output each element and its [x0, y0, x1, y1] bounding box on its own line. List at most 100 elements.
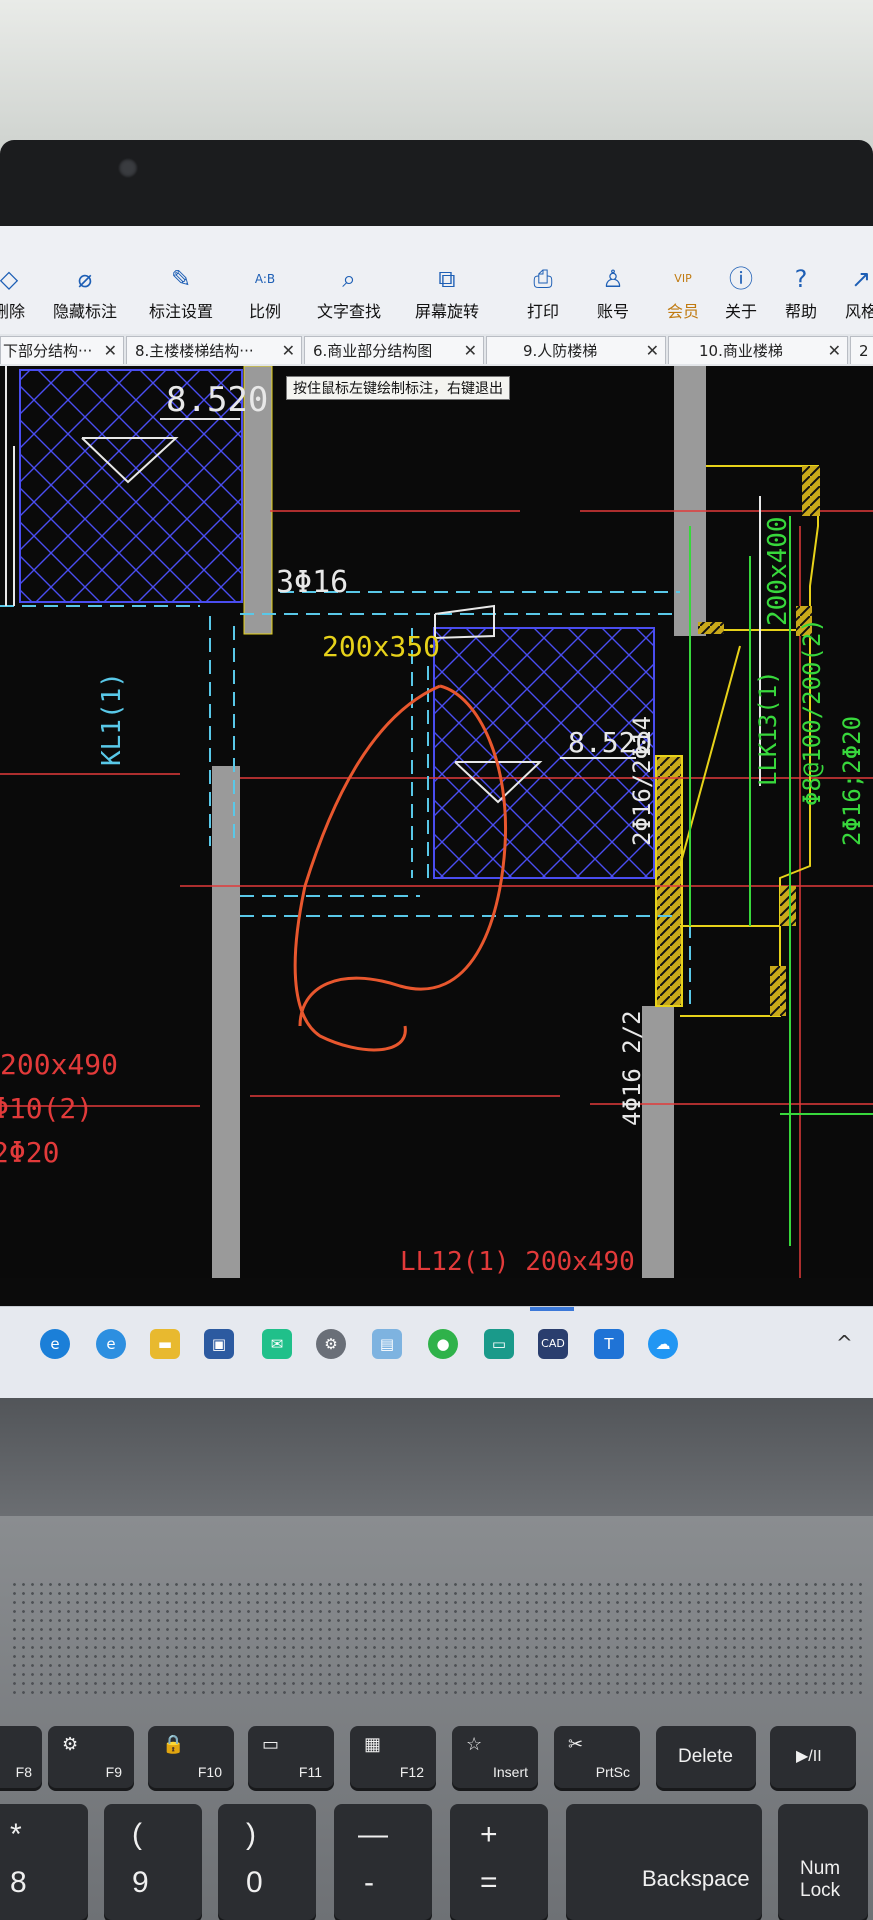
rebar-label: 2Φ20: [0, 1136, 59, 1169]
close-icon[interactable]: ✕: [828, 337, 841, 364]
rotate-icon: ⧉: [438, 265, 456, 293]
tab-label: 8.主楼楼梯结构···: [135, 342, 254, 360]
toolbar-button-delete[interactable]: ◇ 删除: [0, 264, 44, 322]
key-f9[interactable]: ⚙ F9: [48, 1726, 134, 1788]
gear-icon: ⚙: [62, 1734, 79, 1754]
close-icon[interactable]: ✕: [282, 337, 295, 364]
key-0[interactable]: ) 0: [218, 1804, 316, 1920]
folder-icon[interactable]: ▬: [150, 1329, 180, 1359]
yellow-hatch: [698, 622, 724, 634]
rebar-label: 2Φ16;2Φ20: [838, 716, 866, 846]
toolbar-button-label: 标注设置: [148, 302, 213, 321]
yellow-hatch: [770, 966, 786, 1016]
drawing-canvas[interactable]: 8.520 8.520 3Φ16 200x350 KL1(1) 2Φ16/2Φ1…: [0, 366, 873, 1278]
toolbar-button-label: 关于: [724, 302, 757, 321]
style-icon: ↗: [850, 265, 872, 293]
draw-hint-tooltip: 按住鼠标左键绘制标注，右键退出: [286, 376, 510, 400]
store-icon[interactable]: ▣: [204, 1329, 234, 1359]
remote-icon[interactable]: ▭: [484, 1329, 514, 1359]
cad-icon-label: CAD: [541, 1337, 565, 1350]
tab-label: 下部分结构···: [3, 342, 93, 360]
key-f10[interactable]: 🔒 F10: [148, 1726, 234, 1788]
lock-icon: 🔒: [162, 1734, 185, 1754]
background-wall: [0, 0, 873, 150]
key-f12[interactable]: ▦ F12: [350, 1726, 436, 1788]
tab-drawing-6[interactable]: 6.商业部分结构图 ✕: [304, 336, 484, 364]
app-icon[interactable]: ▤: [372, 1329, 402, 1359]
edge-icon[interactable]: e: [40, 1329, 70, 1359]
laptop-bezel: [0, 140, 873, 226]
wall-column: [642, 1006, 674, 1278]
cad-viewer-toolbar: ◇ 删除 ⌀ 隐藏标注 ✎ 标注设置 A:B 比例 ⌕ 文字查找 ⧉ 屏幕旋转 ⎙ 打印 ♙ 账号 VIP 会员 ⓘ…: [0, 226, 873, 335]
rebar-label: 4Φ16 2/2: [618, 1010, 646, 1126]
tab-label: 10.商业楼梯: [699, 342, 783, 360]
tab-drawing-8[interactable]: 8.主楼楼梯结构··· ✕: [126, 336, 302, 364]
key-9[interactable]: (9: [104, 1804, 202, 1920]
toolbar-button-print[interactable]: ⎙ 打印: [508, 264, 578, 322]
tab-drawing-9[interactable]: 9.人防楼梯 ✕: [486, 336, 666, 364]
key-prtsc[interactable]: ✂ PrtSc: [554, 1726, 640, 1788]
mail-icon[interactable]: ✉: [262, 1329, 292, 1359]
windows-taskbar: e e ▬ ▣ ✉ ⚙ ▤ ● ▭ CAD T ☁ ^: [0, 1306, 873, 1398]
toolbar-button-text-search[interactable]: ⌕ 文字查找: [314, 264, 384, 322]
beam-size-label: 200x400: [763, 516, 793, 626]
toolbar-button-hide[interactable]: ⌀ 隐藏标注: [50, 264, 120, 322]
toolbar-button-label: 删除: [0, 302, 25, 321]
hide-icon: ⌀: [77, 265, 93, 293]
ie-icon[interactable]: e: [96, 1329, 126, 1359]
key-f8[interactable]: F8: [0, 1726, 42, 1788]
key-play-pause[interactable]: ▶/II: [770, 1726, 856, 1788]
toolbar-button-label: 屏幕旋转: [414, 302, 479, 321]
toolbar-button-pen[interactable]: ✎ 标注设置: [146, 264, 216, 322]
cad-icon[interactable]: CAD: [538, 1329, 568, 1359]
tab-drawing-1[interactable]: 下部分结构··· ✕: [0, 336, 124, 364]
key-delete[interactable]: Delete: [656, 1726, 756, 1788]
pen-icon: ✎: [170, 265, 192, 293]
yellow-hatch: [780, 886, 796, 926]
toolbar-button-label: 隐藏标注: [52, 302, 117, 321]
speaker-grille: [10, 1580, 863, 1700]
key-equals[interactable]: + =: [450, 1804, 548, 1920]
beam-label: KL1(1): [97, 672, 127, 766]
cloud-icon[interactable]: ☁: [648, 1329, 678, 1359]
toolbar-button-scale[interactable]: A:B 比例: [230, 264, 300, 322]
toolbar-button-label: 账号: [596, 302, 629, 321]
tab-label: 6.商业部分结构图: [313, 342, 433, 360]
tab-label: 9.人防楼梯: [523, 342, 598, 360]
tab-label: 2: [859, 342, 869, 360]
delete-icon: ◇: [0, 265, 19, 293]
star-icon: ☆: [466, 1734, 483, 1754]
key-insert[interactable]: ☆ Insert: [452, 1726, 538, 1788]
chevron-up-icon[interactable]: ^: [836, 1331, 853, 1355]
play-pause-icon: ▶/II: [796, 1748, 822, 1765]
key-num-lock[interactable]: Num Lock: [778, 1804, 868, 1920]
webcam: [118, 158, 138, 178]
wechat-icon[interactable]: ●: [428, 1329, 458, 1359]
toolbar-button-rotate[interactable]: ⧉ 屏幕旋转: [412, 264, 482, 322]
settings-icon[interactable]: ⚙: [316, 1329, 346, 1359]
projector-icon: ▭: [262, 1734, 280, 1754]
key-f11[interactable]: ▭ F11: [248, 1726, 334, 1788]
print-icon: ⎙: [533, 265, 553, 293]
calculator-icon: ▦: [364, 1734, 382, 1754]
tab-drawing-10[interactable]: 10.商业楼梯 ✕: [668, 336, 848, 364]
close-icon[interactable]: ✕: [646, 337, 659, 364]
toolbar-button-label: 帮助: [784, 302, 817, 321]
rebar-label: 3Φ16: [276, 565, 348, 600]
tab-drawing-2[interactable]: 2: [850, 336, 873, 364]
beam-size-label: 200x490: [0, 1048, 118, 1081]
toolbar-button-style[interactable]: ↗ 风格: [826, 264, 873, 322]
close-icon[interactable]: ✕: [104, 337, 117, 364]
rebar-label: 2Φ16/2Φ14: [628, 716, 656, 846]
key-backspace[interactable]: Backspace: [566, 1804, 762, 1920]
key-minus[interactable]: — -: [334, 1804, 432, 1920]
text-search-icon: ⌕: [342, 265, 356, 293]
t-icon[interactable]: T: [594, 1329, 624, 1359]
close-icon[interactable]: ✕: [464, 337, 477, 364]
toolbar-button-user[interactable]: ♙ 账号: [578, 264, 648, 322]
laptop-screen: ◇ 删除 ⌀ 隐藏标注 ✎ 标注设置 A:B 比例 ⌕ 文字查找 ⧉ 屏幕旋转 ⎙ 打印 ♙ 账号 VIP 会员 ⓘ…: [0, 226, 873, 1398]
key-8[interactable]: * 8: [0, 1804, 88, 1920]
elevation-label: 8.520: [166, 380, 268, 420]
toolbar-button-label: 会员: [666, 302, 699, 321]
user-icon: ♙: [602, 265, 624, 293]
